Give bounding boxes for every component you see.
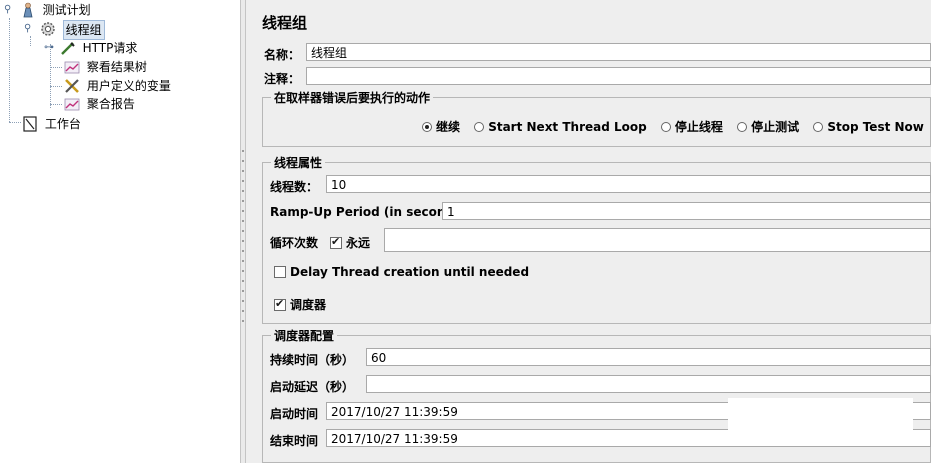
test-plan-icon [20, 2, 36, 18]
loop-count-label: 循环次数 [270, 236, 319, 250]
forever-checkbox[interactable]: 永远 [330, 234, 370, 251]
tree-node-view-results-tree[interactable]: 察看结果树 [64, 58, 147, 76]
workbench-icon [22, 116, 38, 132]
tree-node-workbench[interactable]: 工作台 [22, 115, 81, 133]
tree-connector [9, 122, 21, 123]
radio-stop-thread[interactable]: 停止线程 [660, 118, 723, 135]
radio-stop-test-now[interactable]: Stop Test Now [813, 120, 924, 134]
group-title: 线程属性 [271, 154, 326, 171]
tree-node-user-defined-variables[interactable]: 用户定义的变量 [64, 77, 171, 95]
name-label: 名称： [264, 48, 301, 62]
radio-continue[interactable]: 继续 [422, 118, 460, 135]
tools-icon [64, 78, 80, 94]
collapse-toggle-icon[interactable]: ⚲ [4, 1, 14, 17]
loop-count-input[interactable] [384, 228, 931, 252]
thread-group-panel: 线程组 名称： 线程组 注释： 在取样器错误后要执行的动作 继续 Start N… [246, 0, 931, 463]
expand-toggle-icon[interactable]: ⊶ [44, 39, 54, 55]
tree-node-label: 聚合报告 [86, 97, 135, 111]
chart-icon [64, 59, 80, 75]
test-plan-tree: ⚲ 测试计划 ⚲ 线程组 ⊶ HTTP请求 察看结果树 用户定义的变量 聚合报告… [0, 0, 241, 463]
end-time-label: 结束时间 [270, 434, 319, 448]
radio-start-next-thread-loop[interactable]: Start Next Thread Loop [474, 120, 647, 134]
radio-selected-icon [422, 122, 432, 132]
collapse-toggle-icon[interactable]: ⚲ [24, 20, 34, 36]
chart-icon [64, 96, 80, 112]
page-title: 线程组 [262, 14, 308, 32]
checkbox-checked-icon [330, 235, 342, 249]
scheduler-checkbox[interactable]: 调度器 [274, 296, 326, 313]
tree-node-thread-group[interactable]: ⚲ 线程组 [24, 20, 105, 40]
obscured-area [728, 398, 913, 434]
gear-icon [40, 21, 56, 37]
thread-count-label: 线程数： [270, 180, 319, 194]
radio-unselected-icon [737, 122, 748, 132]
tree-node-aggregate-report[interactable]: 聚合报告 [64, 95, 135, 113]
delay-thread-creation-checkbox[interactable]: Delay Thread creation until needed [274, 265, 529, 279]
tree-node-label: 线程组 [62, 20, 105, 40]
tree-connector [50, 86, 62, 87]
pipette-icon [60, 40, 76, 56]
tree-node-label: 察看结果树 [86, 60, 147, 74]
checkbox-unchecked-icon [274, 266, 286, 278]
radio-unselected-icon [660, 122, 671, 132]
startup-delay-input[interactable] [366, 375, 931, 393]
tree-node-label: 工作台 [44, 117, 81, 131]
tree-node-label: 测试计划 [42, 3, 91, 17]
tree-connector [9, 18, 10, 122]
name-input[interactable]: 线程组 [306, 43, 931, 61]
tree-node-label: 用户定义的变量 [86, 79, 171, 93]
tree-node-http-request[interactable]: ⊶ HTTP请求 [44, 39, 137, 57]
duration-label: 持续时间（秒） [270, 353, 355, 367]
radio-stop-test[interactable]: 停止测试 [737, 118, 799, 135]
radio-unselected-icon [474, 122, 485, 132]
startup-delay-label: 启动延迟（秒） [270, 380, 355, 394]
tree-node-label: HTTP请求 [82, 41, 138, 55]
tree-node-test-plan[interactable]: ⚲ 测试计划 [4, 1, 91, 19]
group-title: 在取样器错误后要执行的动作 [271, 89, 434, 106]
checkbox-checked-icon [274, 297, 286, 311]
duration-input[interactable]: 60 [366, 348, 931, 366]
comment-input[interactable] [306, 67, 931, 85]
start-time-label: 启动时间 [270, 407, 319, 421]
tree-connector [50, 104, 62, 105]
thread-count-input[interactable]: 10 [326, 175, 931, 193]
comment-label: 注释： [264, 72, 301, 86]
ramp-up-input[interactable]: 1 [442, 202, 931, 220]
tree-connector [50, 67, 62, 68]
group-title: 调度器配置 [271, 327, 338, 344]
radio-unselected-icon [813, 122, 824, 132]
error-action-radio-group: 继续 Start Next Thread Loop 停止线程 停止测试 Stop… [422, 118, 931, 135]
